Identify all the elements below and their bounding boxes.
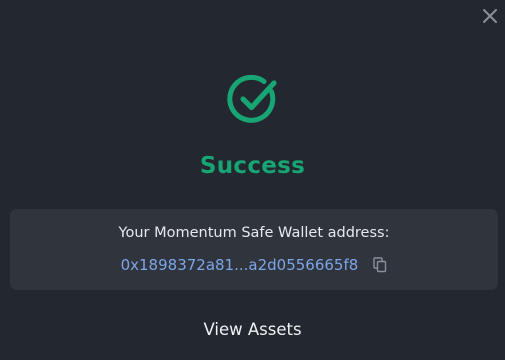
success-modal: Success Your Momentum Safe Wallet addres…: [0, 0, 505, 360]
wallet-address-row: 0x1898372a81...a2d0556665f8: [10, 254, 498, 276]
close-button[interactable]: [480, 6, 500, 26]
wallet-address-link[interactable]: 0x1898372a81...a2d0556665f8: [121, 256, 359, 274]
success-check-icon: [227, 72, 281, 126]
view-assets-label[interactable]: View Assets: [203, 320, 301, 339]
success-title: Success: [199, 153, 306, 179]
wallet-info-panel: Your Momentum Safe Wallet address: 0x189…: [10, 209, 498, 290]
close-icon[interactable]: [480, 6, 500, 26]
wallet-address-label: Your Momentum Safe Wallet address:: [118, 225, 390, 241]
view-assets-button[interactable]: View Assets: [0, 320, 505, 339]
copy-icon[interactable]: [373, 256, 387, 273]
